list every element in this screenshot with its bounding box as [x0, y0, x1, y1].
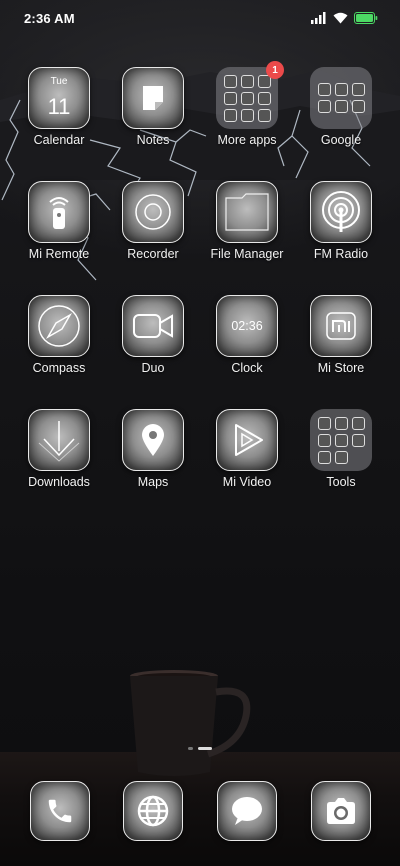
app-label: Calendar — [33, 133, 85, 147]
video-camera-icon — [122, 295, 184, 357]
clock-icon: 02:36 — [216, 295, 278, 357]
app-label: More apps — [217, 133, 277, 147]
calendar-icon: Tue 11 — [28, 67, 90, 129]
folder-icon — [310, 67, 372, 129]
signal-icon — [311, 12, 326, 24]
status-icons — [311, 12, 378, 24]
phone-icon — [30, 781, 90, 841]
app-downloads[interactable]: Downloads — [14, 409, 104, 499]
wallpaper-cup — [130, 670, 251, 776]
page-indicator — [0, 747, 400, 750]
app-label: FM Radio — [313, 247, 369, 261]
folder-preview — [317, 83, 365, 113]
calendar-day: Tue — [50, 76, 68, 87]
folder-google[interactable]: Google — [296, 67, 386, 157]
app-label: Mi Store — [317, 361, 365, 375]
folder-preview — [317, 416, 365, 464]
app-label: File Manager — [210, 247, 284, 261]
globe-icon — [123, 781, 183, 841]
app-recorder[interactable]: Recorder — [108, 181, 198, 271]
status-time: 2:36 AM — [24, 10, 75, 26]
app-label: Downloads — [28, 475, 90, 489]
folder-more-apps[interactable]: 1 More apps — [202, 61, 292, 157]
status-bar: 2:36 AM — [0, 0, 400, 36]
page-dot — [188, 747, 193, 750]
battery-icon — [354, 12, 378, 24]
download-arrow-icon — [28, 409, 90, 471]
app-label: Recorder — [127, 247, 179, 261]
app-mi-remote[interactable]: Mi Remote — [14, 181, 104, 271]
app-maps[interactable]: Maps — [108, 409, 198, 499]
app-label: Tools — [326, 475, 356, 489]
dock-phone[interactable] — [15, 781, 105, 843]
app-label: Google — [320, 133, 362, 147]
app-label: Duo — [141, 361, 165, 375]
wifi-icon — [333, 12, 348, 24]
play-icon — [216, 409, 278, 471]
folder-file-icon — [216, 181, 278, 243]
app-label: Mi Video — [222, 475, 272, 489]
app-label: Notes — [136, 133, 170, 147]
radio-icon — [310, 181, 372, 243]
chat-icon — [217, 781, 277, 841]
app-clock[interactable]: 02:36 Clock — [202, 295, 292, 385]
clock-time: 02:36 — [231, 319, 263, 333]
map-pin-icon — [122, 409, 184, 471]
mi-logo-icon — [310, 295, 372, 357]
app-compass[interactable]: Compass — [14, 295, 104, 385]
app-duo[interactable]: Duo — [108, 295, 198, 385]
dock-messages[interactable] — [202, 781, 292, 843]
dock-browser[interactable] — [108, 781, 198, 843]
folder-icon — [310, 409, 372, 471]
notification-badge: 1 — [266, 61, 284, 79]
folder-preview — [223, 74, 271, 122]
app-mi-video[interactable]: Mi Video — [202, 409, 292, 499]
compass-icon — [28, 295, 90, 357]
calendar-date: 11 — [47, 94, 71, 119]
notes-icon — [122, 67, 184, 129]
app-label: Clock — [231, 361, 263, 375]
app-label: Maps — [137, 475, 169, 489]
folder-icon: 1 — [216, 61, 284, 129]
app-file-manager[interactable]: File Manager — [202, 181, 292, 271]
app-fm-radio[interactable]: FM Radio — [296, 181, 386, 271]
app-calendar[interactable]: Tue 11 Calendar — [14, 67, 104, 157]
page-dot-active — [198, 747, 212, 750]
app-label: Mi Remote — [28, 247, 90, 261]
camera-icon — [311, 781, 371, 841]
app-mi-store[interactable]: Mi Store — [296, 295, 386, 385]
dock-camera[interactable] — [296, 781, 386, 843]
app-notes[interactable]: Notes — [108, 67, 198, 157]
app-label: Compass — [32, 361, 86, 375]
recorder-icon — [122, 181, 184, 243]
folder-tools[interactable]: Tools — [296, 409, 386, 499]
remote-icon — [28, 181, 90, 243]
